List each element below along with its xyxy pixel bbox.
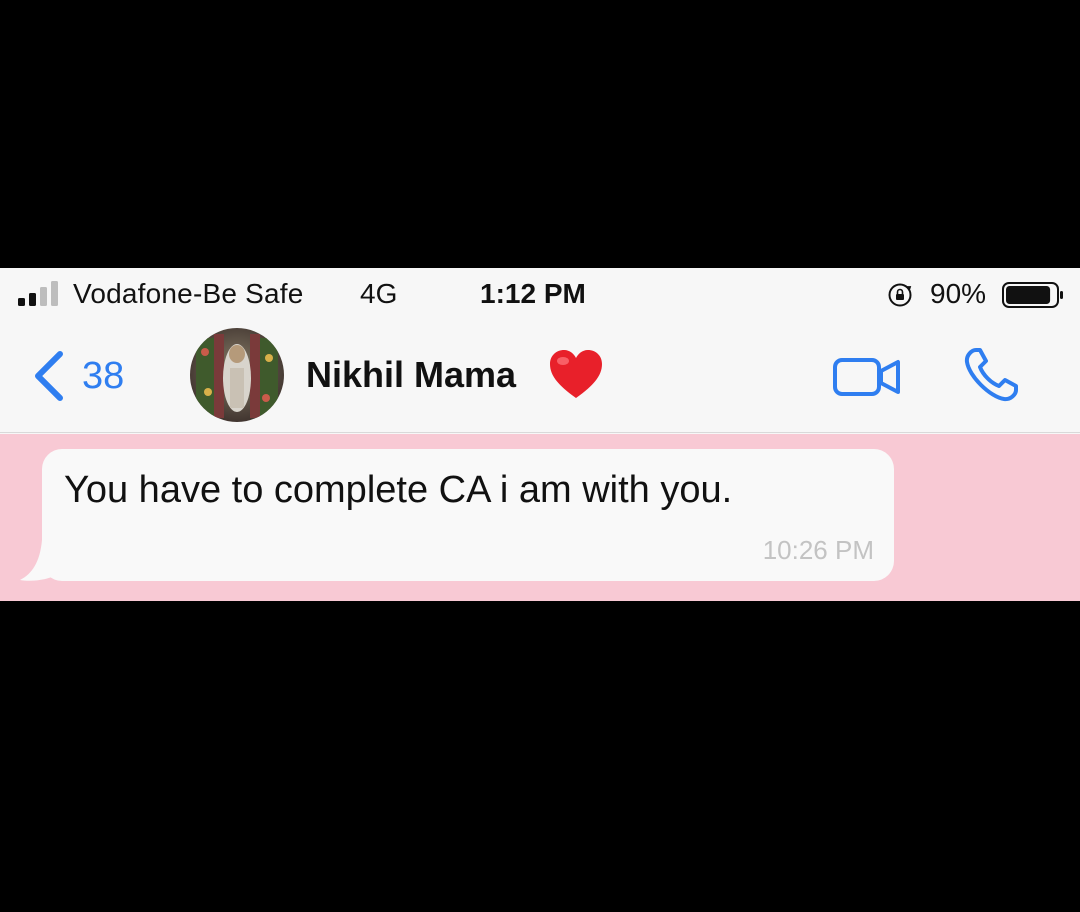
unread-count: 38: [82, 354, 125, 397]
contact-name[interactable]: Nikhil Mama: [306, 354, 516, 396]
avatar[interactable]: [190, 328, 284, 422]
video-letterbox-frame: Vodafone-Be Safe 4G 1:12 PM 90% 38 Nikhi…: [0, 0, 1080, 912]
chat-header: 38 Nikhil Mama: [0, 320, 1080, 433]
red-heart-emoji-icon: [550, 350, 602, 398]
video-call-button[interactable]: [832, 354, 902, 400]
status-bar: Vodafone-Be Safe 4G 1:12 PM 90%: [0, 268, 1080, 320]
back-button[interactable]: 38: [28, 346, 124, 406]
message-text: You have to complete CA i am with you.: [64, 469, 733, 511]
orientation-lock-icon: [888, 283, 912, 307]
avatar-image: [190, 328, 284, 422]
carrier-name: Vodafone-Be Safe: [73, 278, 304, 309]
chevron-left-icon: [35, 351, 63, 401]
chat-messages-area: You have to complete CA i am with you. 1…: [0, 434, 1080, 601]
phone-call-button[interactable]: [962, 346, 1020, 404]
incoming-message-bubble[interactable]: You have to complete CA i am with you. 1…: [42, 449, 894, 581]
message-timestamp: 10:26 PM: [762, 535, 874, 565]
status-time: 1:12 PM: [480, 278, 586, 309]
network-type: 4G: [360, 278, 398, 309]
battery-icon: [1002, 282, 1063, 308]
signal-strength-icon: [18, 281, 58, 306]
chat-screen: Vodafone-Be Safe 4G 1:12 PM 90% 38 Nikhi…: [0, 268, 1080, 601]
battery-percent: 90%: [930, 278, 987, 309]
